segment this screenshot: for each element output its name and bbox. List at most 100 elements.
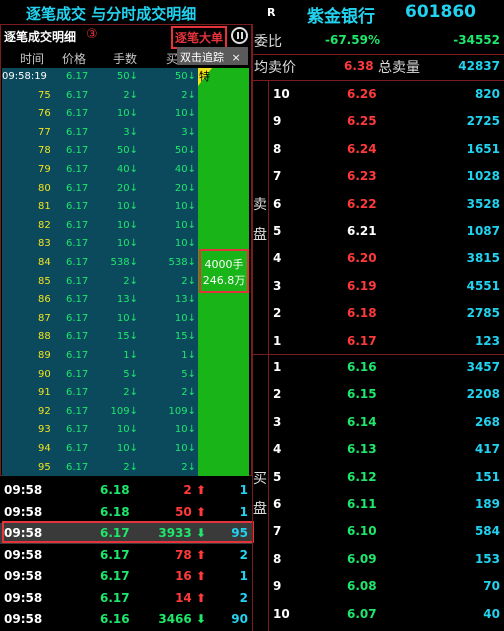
- tick-price: 6.17: [66, 71, 89, 82]
- tracking-tooltip[interactable]: 双击追踪 ×: [177, 47, 248, 65]
- tick-buy-value: 50: [174, 145, 188, 157]
- buy-level-row[interactable]: 7 6.10 584: [269, 521, 504, 543]
- tick-row[interactable]: 78 6.17 50↓ 50↓: [0, 142, 198, 160]
- minute-trade-row[interactable]: 09:58 6.18 2 ⬆ 1: [0, 480, 252, 501]
- tick-row[interactable]: 79 6.17 40↓ 40↓: [0, 161, 198, 179]
- tick-row[interactable]: 90 6.17 5↓ 5↓: [0, 366, 198, 384]
- tick-row[interactable]: 80 6.17 20↓ 20↓: [0, 180, 198, 198]
- corner-glyph: 特: [199, 70, 210, 83]
- tick-row[interactable]: 84 6.17 538↓ 538↓: [0, 254, 198, 272]
- tick-row[interactable]: 81 6.17 10↓ 10↓: [0, 198, 198, 216]
- minute-trade-row[interactable]: 09:58 6.17 78 ⬆ 2: [0, 545, 252, 566]
- tick-time: 89: [38, 350, 51, 361]
- tick-volume: 40↓: [117, 164, 138, 175]
- tick-buy-value: 10: [174, 238, 188, 250]
- tick-buy-value: 10: [174, 201, 188, 213]
- minute-trade-row[interactable]: 09:58 6.17 16 ⬆ 1: [0, 566, 252, 587]
- tick-price: 6.17: [66, 461, 89, 473]
- pause-icon[interactable]: [231, 27, 248, 44]
- level-volume: 40: [483, 606, 500, 621]
- tick-price: 6.17: [66, 312, 89, 324]
- tick-row[interactable]: 82 6.17 10↓ 10↓: [0, 217, 198, 235]
- tick-price: 6.17: [66, 294, 89, 306]
- tick-row[interactable]: 87 6.17 10↓ 10↓: [0, 310, 198, 328]
- buy-level-row[interactable]: 3 6.14 268: [269, 412, 504, 434]
- big-order-tab[interactable]: 逐笔大单: [171, 26, 228, 49]
- tick-volume-value: 538: [110, 257, 130, 268]
- tick-price: 6.17: [66, 201, 89, 213]
- minute-trade-row[interactable]: 09:58 6.16 3466 ⬇ 90: [0, 609, 252, 630]
- down-arrow-icon: ↓: [129, 108, 138, 120]
- sell-level-row[interactable]: 1 6.17 123: [269, 331, 504, 353]
- down-arrow-icon: ↓: [129, 312, 138, 324]
- minute-trade-row[interactable]: 09:58 6.18 50 ⬆ 1: [0, 502, 252, 523]
- tick-price: 6.17: [66, 405, 89, 417]
- level-volume: 3528: [466, 196, 500, 211]
- tick-row[interactable]: 93 6.17 10↓ 10↓: [0, 421, 198, 439]
- tick-time: 91: [38, 387, 51, 399]
- level-price: 6.26: [347, 87, 377, 101]
- tick-buy: 538↓: [169, 257, 196, 268]
- divider-vertical: [252, 24, 253, 631]
- sell-level-row[interactable]: 7 6.23 1028: [269, 166, 504, 188]
- level-number: 2: [273, 387, 282, 402]
- tick-buy: 50↓: [175, 145, 196, 156]
- tick-row[interactable]: 95 6.17 2↓ 2↓: [0, 459, 198, 477]
- buy-level-row[interactable]: 10 6.07 40: [269, 604, 504, 626]
- tick-row[interactable]: 92 6.17 109↓ 109↓: [0, 403, 198, 421]
- tick-time: 76: [38, 108, 51, 120]
- avg-sell-label: 均卖价: [254, 60, 296, 76]
- level-number: 4: [273, 251, 282, 266]
- tick-row[interactable]: 91 6.17 2↓ 2↓: [0, 384, 198, 402]
- tick-row[interactable]: 88 6.17 15↓ 15↓: [0, 328, 198, 346]
- level-price: 6.09: [347, 551, 377, 566]
- info-icon[interactable]: ③: [86, 27, 98, 42]
- buy-level-row[interactable]: 5 6.12 151: [269, 467, 504, 489]
- tick-volume: 15↓: [117, 331, 138, 342]
- sell-level-row[interactable]: 2 6.18 2785: [269, 303, 504, 325]
- sell-level-row[interactable]: 3 6.19 4551: [269, 276, 504, 298]
- tick-price: 6.17: [66, 424, 89, 436]
- tick-row[interactable]: 09:58:19 6.17 50↓ 50↓: [0, 68, 198, 86]
- sell-level-row[interactable]: 8 6.24 1651: [269, 139, 504, 161]
- sell-level-row[interactable]: 5 6.21 1087: [269, 221, 504, 243]
- tick-time: 80: [38, 182, 51, 194]
- tick-row[interactable]: 77 6.17 3↓ 3↓: [0, 124, 198, 142]
- tick-row[interactable]: 76 6.17 10↓ 10↓: [0, 105, 198, 123]
- trade-count: 1: [239, 569, 248, 583]
- level-price: 6.08: [347, 579, 377, 594]
- sell-level-row[interactable]: 6 6.22 3528: [269, 194, 504, 216]
- trade-count: 1: [239, 504, 248, 519]
- tick-buy-value: 40: [174, 164, 188, 175]
- sell-level-row[interactable]: 9 6.25 2725: [269, 111, 504, 133]
- tick-price: 6.17: [66, 145, 89, 157]
- window-title: 逐笔成交 与分时成交明细: [26, 5, 197, 23]
- tick-volume: 1↓: [123, 350, 138, 361]
- down-arrow-icon: ↓: [129, 238, 138, 250]
- tick-row[interactable]: 75 6.17 2↓ 2↓: [0, 87, 198, 105]
- buy-level-row[interactable]: 1 6.16 3457: [269, 357, 504, 379]
- level-volume: 3457: [466, 360, 500, 374]
- big-order-label[interactable]: 4000手 246.8万: [199, 249, 249, 293]
- sell-level-row[interactable]: 4 6.20 3815: [269, 248, 504, 270]
- tick-row[interactable]: 83 6.17 10↓ 10↓: [0, 235, 198, 253]
- minute-trade-row[interactable]: 09:58 6.17 14 ⬆ 2: [0, 588, 252, 609]
- tooltip-close-icon[interactable]: ×: [232, 51, 241, 64]
- buy-level-row[interactable]: 4 6.13 417: [269, 439, 504, 461]
- down-arrow-icon: ↓: [187, 238, 196, 250]
- tick-volume: 10↓: [117, 313, 138, 324]
- tick-row[interactable]: 94 6.17 10↓ 10↓: [0, 440, 198, 458]
- tick-row[interactable]: 89 6.17 1↓ 1↓: [0, 347, 198, 365]
- buy-level-row[interactable]: 8 6.09 153: [269, 549, 504, 571]
- buy-level-row[interactable]: 9 6.08 70: [269, 576, 504, 598]
- tick-volume: 50↓: [117, 145, 138, 156]
- tick-row[interactable]: 86 6.17 13↓ 13↓: [0, 291, 198, 309]
- tick-buy-value: 50: [174, 71, 188, 82]
- buy-level-row[interactable]: 2 6.15 2208: [269, 384, 504, 406]
- tick-row[interactable]: 85 6.17 2↓ 2↓: [0, 273, 198, 291]
- tick-price: 6.17: [66, 89, 89, 101]
- sell-level-row[interactable]: 10 6.26 820: [269, 84, 504, 106]
- buy-level-row[interactable]: 6 6.11 189: [269, 494, 504, 516]
- trade-volume: 16 ⬆: [175, 569, 206, 583]
- tick-price: 6.17: [66, 164, 89, 175]
